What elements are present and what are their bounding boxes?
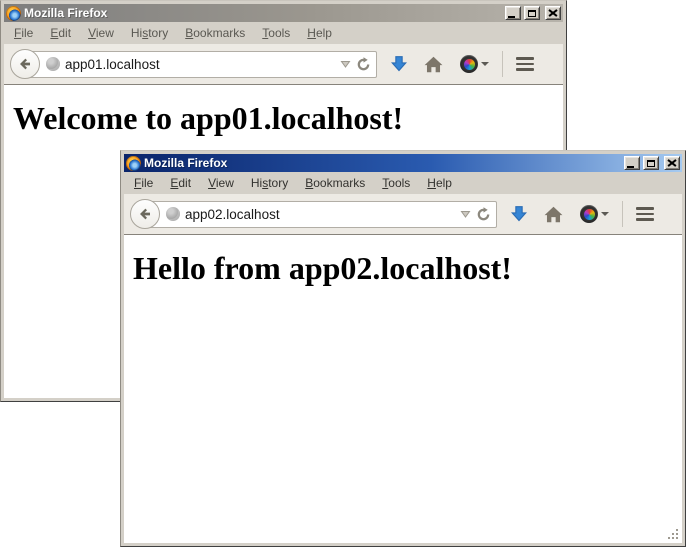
menu-bar: File Edit View History Bookmarks Tools H… (4, 22, 563, 44)
firefox-logo-icon (6, 6, 21, 21)
color-wheel-addon-button[interactable] (580, 205, 609, 223)
toolbar-separator (622, 201, 623, 227)
window-title: Mozilla Firefox (24, 6, 502, 20)
back-button[interactable] (130, 199, 160, 229)
back-arrow-icon (17, 56, 33, 72)
menu-tools[interactable]: Tools (262, 26, 290, 40)
minimize-button[interactable] (624, 156, 640, 170)
open-menu-button[interactable] (516, 57, 534, 71)
titlebar[interactable]: Mozilla Firefox (124, 154, 682, 172)
close-icon (668, 160, 676, 167)
minimize-button[interactable] (505, 6, 521, 20)
color-wheel-addon-button[interactable] (460, 55, 489, 73)
maximize-button[interactable] (524, 6, 540, 20)
menu-help[interactable]: Help (307, 26, 332, 40)
maximize-button[interactable] (643, 156, 659, 170)
home-button[interactable] (544, 206, 563, 223)
url-text[interactable]: app01.localhost (65, 57, 335, 72)
download-button[interactable] (510, 205, 528, 223)
download-button[interactable] (390, 55, 408, 73)
maximize-icon (647, 160, 655, 167)
reload-icon[interactable] (356, 57, 371, 72)
home-button[interactable] (424, 56, 443, 73)
color-wheel-icon (580, 205, 598, 223)
firefox-logo-icon (126, 156, 141, 171)
hamburger-icon (636, 207, 654, 210)
navigation-toolbar: app01.localhost (4, 44, 563, 85)
menu-bookmarks[interactable]: Bookmarks (305, 176, 365, 190)
menu-help[interactable]: Help (427, 176, 452, 190)
close-icon (549, 10, 557, 17)
menu-file[interactable]: File (14, 26, 33, 40)
menu-bookmarks[interactable]: Bookmarks (185, 26, 245, 40)
chevron-down-icon (481, 62, 489, 66)
minimize-icon (508, 16, 515, 18)
menu-bar: File Edit View History Bookmarks Tools H… (124, 172, 682, 194)
url-text[interactable]: app02.localhost (185, 207, 455, 222)
color-wheel-icon (460, 55, 478, 73)
hamburger-icon (516, 57, 534, 60)
url-bar[interactable]: app01.localhost (25, 51, 377, 78)
menu-tools[interactable]: Tools (382, 176, 410, 190)
menu-file[interactable]: File (134, 176, 153, 190)
back-button[interactable] (10, 49, 40, 79)
resize-grip[interactable] (666, 527, 679, 540)
menu-edit[interactable]: Edit (50, 26, 71, 40)
menu-history[interactable]: History (131, 26, 168, 40)
close-button[interactable] (545, 6, 561, 20)
toolbar-separator (502, 51, 503, 77)
close-button[interactable] (664, 156, 680, 170)
back-arrow-icon (137, 206, 153, 222)
reload-icon[interactable] (476, 207, 491, 222)
minimize-icon (627, 166, 634, 168)
url-bar[interactable]: app02.localhost (145, 201, 497, 228)
titlebar[interactable]: Mozilla Firefox (4, 4, 563, 22)
urlbar-dropdown-icon[interactable] (460, 209, 471, 219)
site-identity-globe-icon[interactable] (46, 57, 60, 71)
page-content: Hello from app02.localhost! (124, 235, 682, 543)
menu-edit[interactable]: Edit (170, 176, 191, 190)
open-menu-button[interactable] (636, 207, 654, 221)
menu-history[interactable]: History (251, 176, 288, 190)
browser-window-app02[interactable]: Mozilla Firefox File Edit View History B… (120, 150, 686, 547)
menu-view[interactable]: View (208, 176, 234, 190)
menu-view[interactable]: View (88, 26, 114, 40)
site-identity-globe-icon[interactable] (166, 207, 180, 221)
page-heading: Welcome to app01.localhost! (13, 100, 563, 137)
urlbar-dropdown-icon[interactable] (340, 59, 351, 69)
maximize-icon (528, 10, 536, 17)
page-heading: Hello from app02.localhost! (133, 250, 682, 287)
navigation-toolbar: app02.localhost (124, 194, 682, 235)
window-title: Mozilla Firefox (144, 156, 621, 170)
chevron-down-icon (601, 212, 609, 216)
